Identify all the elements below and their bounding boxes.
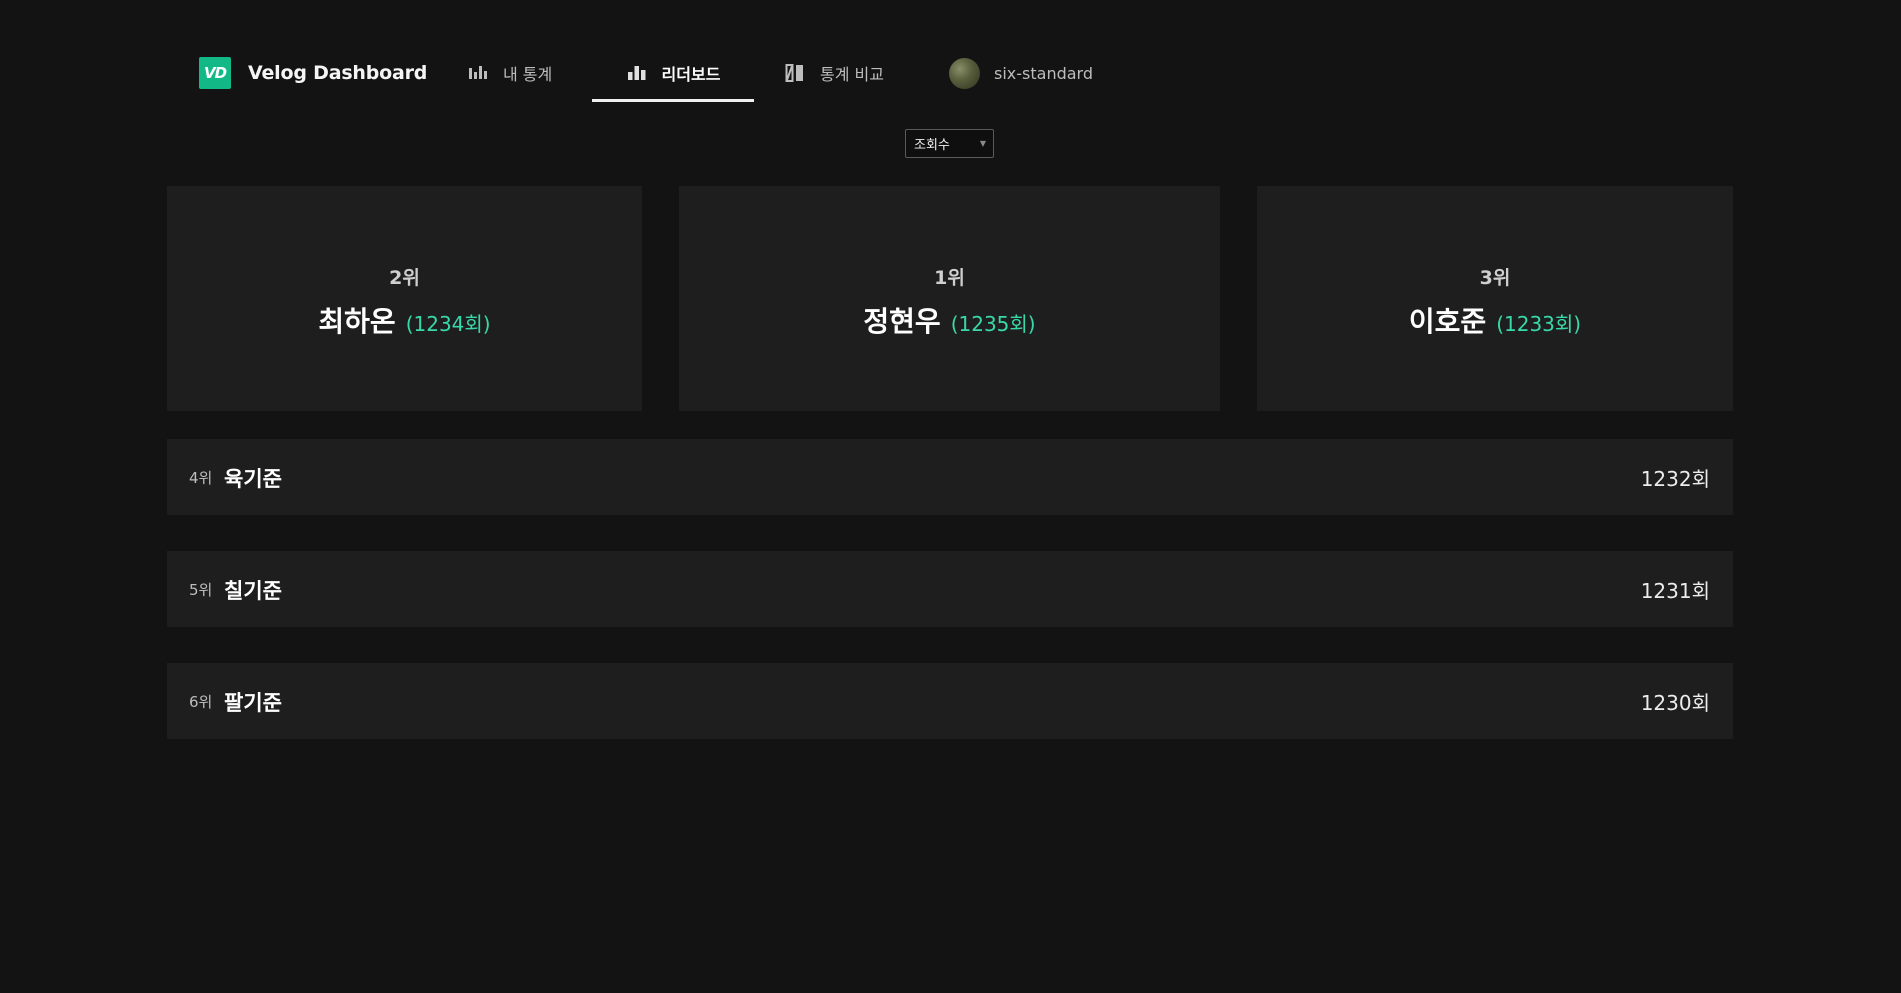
- podium-card-first[interactable]: 1위 정현우 (1235회): [679, 186, 1220, 411]
- podium-count: (1235회): [950, 312, 1036, 336]
- podium-name: 정현우: [863, 305, 941, 338]
- list-item-name: 육기준: [224, 467, 282, 491]
- nav-my-stats[interactable]: 내 통계: [467, 44, 552, 102]
- list-item-rank: 4위: [189, 469, 213, 487]
- podium-count: (1233회): [1496, 312, 1582, 336]
- podium-count: (1234회): [405, 312, 491, 336]
- list-item-value: 1231회: [1640, 579, 1710, 603]
- nav-compare[interactable]: 통계 비교: [784, 44, 884, 102]
- bar-chart-icon: [469, 66, 487, 79]
- podium-name: 이호준: [1408, 305, 1487, 338]
- top-navigation: VD Velog Dashboard 내 통계 리더보드 통계 비교 six-s…: [0, 0, 1901, 102]
- podium-rank: 2위: [389, 267, 420, 289]
- compare-icon: [785, 64, 803, 82]
- list-item[interactable]: 5위 칠기준 1231회: [167, 551, 1733, 627]
- user-profile[interactable]: six-standard: [949, 44, 1093, 102]
- app-title[interactable]: Velog Dashboard: [248, 58, 427, 88]
- podium-card-third[interactable]: 3위 이호준 (1233회): [1257, 186, 1733, 411]
- list-item-rank: 5위: [189, 581, 213, 599]
- podium-card-second[interactable]: 2위 최하온 (1234회): [167, 186, 642, 411]
- podium-rank: 3위: [1479, 267, 1511, 289]
- list-item[interactable]: 4위 육기준 1232회: [167, 439, 1733, 515]
- list-item-rank: 6위: [189, 693, 213, 711]
- sort-select[interactable]: 조회수 ▼: [905, 129, 994, 158]
- podium-name: 최하온: [318, 305, 396, 338]
- podium-rank: 1위: [934, 267, 965, 289]
- list-item-value: 1230회: [1640, 691, 1710, 715]
- sort-select-value: 조회수: [914, 138, 950, 153]
- user-name: six-standard: [994, 63, 1093, 83]
- list-item[interactable]: 6위 팔기준 1230회: [167, 663, 1733, 739]
- list-item-name: 팔기준: [224, 691, 282, 715]
- nav-compare-label: 통계 비교: [820, 65, 884, 84]
- nav-leaderboard-label: 리더보드: [661, 65, 721, 84]
- nav-my-stats-label: 내 통계: [503, 65, 553, 84]
- avatar[interactable]: [949, 57, 980, 89]
- list-item-name: 칠기준: [224, 579, 282, 603]
- leaderboard-icon: [627, 66, 646, 80]
- nav-leaderboard[interactable]: 리더보드: [592, 44, 754, 102]
- app-logo[interactable]: VD: [199, 57, 231, 89]
- chevron-down-icon: ▼: [979, 139, 986, 148]
- list-item-value: 1232회: [1640, 467, 1710, 491]
